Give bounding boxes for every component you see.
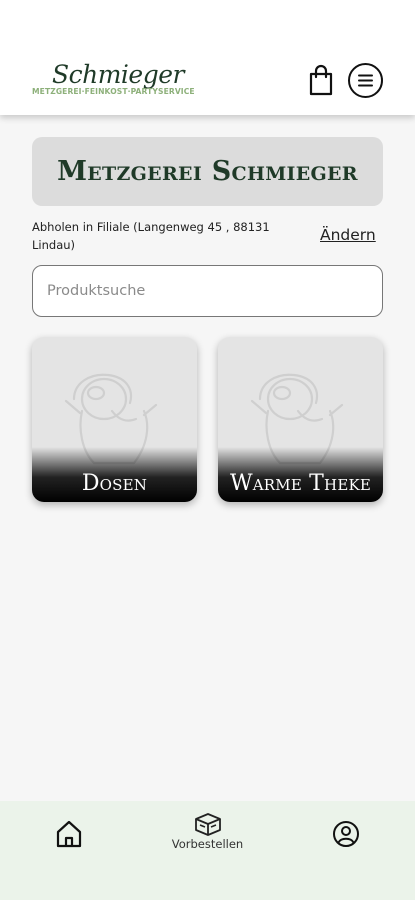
category-tile-dosen[interactable]: Dosen bbox=[32, 337, 197, 502]
store-banner: Metzgerei Schmieger bbox=[32, 137, 383, 206]
store-title: Metzgerei Schmieger bbox=[57, 156, 358, 187]
box-icon bbox=[194, 813, 221, 836]
logo-script-text: Schmieger bbox=[52, 60, 184, 89]
nav-home-button[interactable] bbox=[55, 819, 83, 849]
change-location-link[interactable]: Ändern bbox=[320, 226, 376, 244]
hamburger-menu-icon bbox=[358, 74, 373, 87]
logo-tagline: METZGEREI·FEINKOST·PARTYSERVICE bbox=[32, 87, 195, 96]
nav-preorder-label: Vorbestellen bbox=[171, 837, 244, 851]
nav-preorder-button[interactable]: Vorbestellen bbox=[160, 812, 255, 860]
category-label: Dosen bbox=[81, 471, 148, 496]
nav-profile-button[interactable] bbox=[332, 820, 360, 848]
pickup-location-text: Abholen in Filiale (Langenweg 45 , 88131… bbox=[32, 220, 270, 252]
menu-button[interactable] bbox=[348, 63, 383, 98]
brand-logo[interactable]: Schmieger METZGEREI·FEINKOST·PARTYSERVIC… bbox=[32, 60, 212, 102]
home-icon bbox=[56, 820, 82, 848]
search-input[interactable] bbox=[47, 266, 367, 315]
app-header: Schmieger METZGEREI·FEINKOST·PARTYSERVIC… bbox=[0, 0, 415, 115]
user-icon bbox=[333, 821, 359, 847]
cart-button[interactable] bbox=[306, 64, 336, 96]
category-tile-warme-theke[interactable]: Warme Theke bbox=[218, 337, 383, 502]
product-search[interactable] bbox=[32, 265, 383, 317]
shopping-bag-icon bbox=[309, 64, 333, 96]
category-label: Warme Theke bbox=[229, 471, 372, 496]
